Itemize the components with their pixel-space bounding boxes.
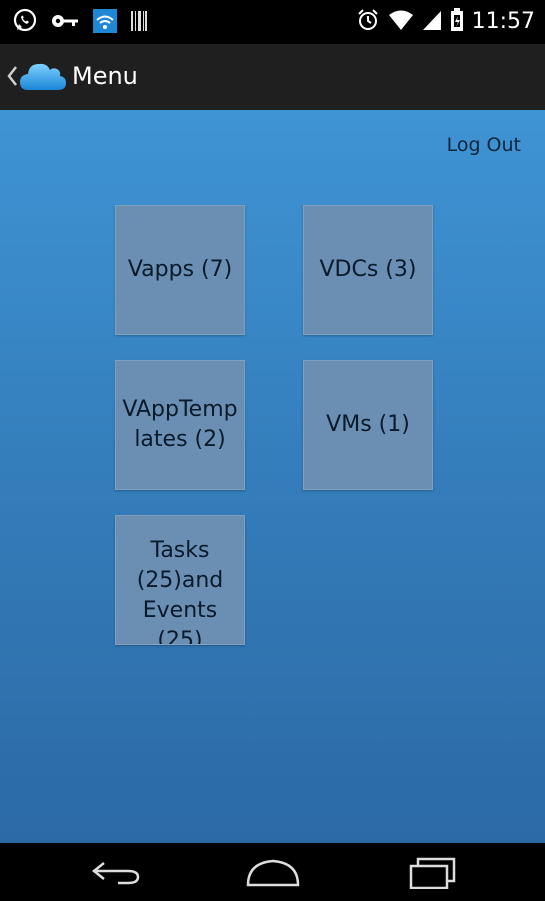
barcode-icon [130, 9, 148, 37]
vapp-templates-tile[interactable]: VAppTemplates (2) [115, 360, 245, 490]
back-icon[interactable] [90, 857, 142, 891]
action-bar: Menu [0, 44, 545, 110]
vdcs-tile-label: VDCs (3) [319, 257, 417, 282]
page-title: Menu [72, 62, 138, 90]
cell-signal-icon [422, 9, 442, 35]
key-icon [50, 11, 80, 35]
logout-button[interactable]: Log Out [447, 134, 521, 156]
vdcs-tile[interactable]: VDCs (3) [303, 205, 433, 335]
wifi-signal-icon [388, 9, 414, 35]
vms-tile[interactable]: VMs (1) [303, 360, 433, 490]
notification-icons [12, 8, 148, 38]
tasks-events-tile[interactable]: Tasks (25)and Events (25) [115, 515, 245, 645]
home-icon[interactable] [245, 857, 301, 893]
menu-content: Log Out Vapps (7) VDCs (3) VAppTemplates… [0, 110, 545, 843]
alarm-icon [356, 8, 380, 36]
cloud-logo-icon[interactable] [18, 56, 68, 100]
battery-icon [450, 8, 464, 36]
wifi-settings-icon [92, 8, 118, 38]
vapps-tile-label: Vapps (7) [127, 257, 233, 282]
back-chevron-icon[interactable] [6, 64, 18, 95]
navigation-bar [0, 843, 545, 901]
whatsapp-icon [12, 8, 38, 38]
vapp-templates-tile-label: VAppTemplates (2) [122, 397, 238, 452]
tasks-events-tile-label: Tasks (25)and Events (25) [136, 538, 224, 645]
status-time: 11:57 [471, 9, 535, 34]
status-bar: 11:57 [0, 0, 545, 44]
system-icons: 11:57 [356, 8, 535, 36]
vms-tile-label: VMs (1) [326, 412, 410, 437]
vapps-tile[interactable]: Vapps (7) [115, 205, 245, 335]
recent-apps-icon[interactable] [408, 857, 458, 893]
